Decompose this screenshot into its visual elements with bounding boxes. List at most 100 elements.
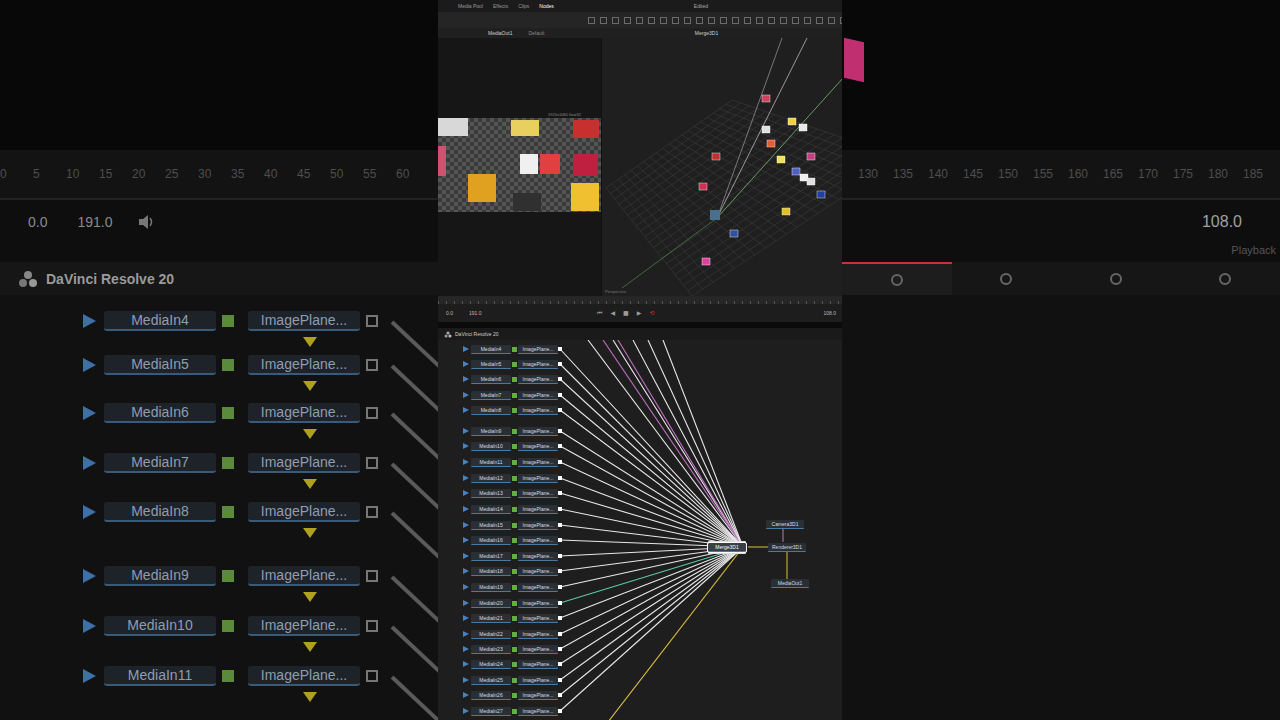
transport-button[interactable]: ⏮ — [597, 309, 602, 317]
image-plane-node[interactable]: ImagePlane... — [518, 474, 558, 483]
tool-icon[interactable] — [684, 17, 691, 24]
media-in-node[interactable]: MediaIn20 — [471, 599, 511, 608]
media-in-node[interactable]: MediaIn19 — [471, 583, 511, 592]
media-in-node[interactable]: MediaIn12 — [471, 474, 511, 483]
image-plane-node[interactable]: ImagePlane... — [248, 566, 360, 586]
image-plane[interactable] — [767, 140, 775, 147]
tool-icon[interactable] — [636, 17, 643, 24]
media-in-node[interactable]: MediaIn9 — [471, 427, 511, 436]
image-plane[interactable] — [807, 178, 815, 185]
image-plane-node[interactable]: ImagePlane... — [518, 660, 558, 669]
page-tab[interactable] — [1061, 262, 1171, 295]
tool-icon[interactable] — [792, 17, 799, 24]
end-time[interactable]: 191.0 — [469, 310, 482, 316]
tool-icon[interactable] — [672, 17, 679, 24]
image-plane[interactable] — [792, 168, 800, 175]
tool-icon[interactable] — [720, 17, 727, 24]
image-plane-node[interactable]: ImagePlane... — [518, 505, 558, 514]
media-in-node[interactable]: MediaIn11 — [104, 666, 216, 686]
image-plane-node[interactable]: ImagePlane... — [518, 614, 558, 623]
image-plane[interactable] — [782, 208, 790, 215]
image-plane-node[interactable]: ImagePlane... — [518, 406, 558, 415]
image-plane-node[interactable]: ImagePlane... — [518, 442, 558, 451]
media-in-node[interactable]: MediaIn24 — [471, 660, 511, 669]
image-plane-node[interactable]: ImagePlane... — [518, 676, 558, 685]
image-plane-node[interactable]: ImagePlane... — [518, 583, 558, 592]
tool-icon[interactable] — [828, 17, 835, 24]
media-in-node[interactable]: MediaIn4 — [471, 345, 511, 354]
media-in-node[interactable]: MediaIn8 — [471, 406, 511, 415]
tool-icon[interactable] — [732, 17, 739, 24]
timeline-ruler[interactable]: 130135140145150155160165170175180185 — [842, 150, 1280, 200]
image-plane[interactable] — [702, 258, 710, 265]
media-in-node[interactable]: MediaIn9 — [104, 566, 216, 586]
media-in-node[interactable]: MediaIn21 — [471, 614, 511, 623]
top-tab[interactable]: Clips — [518, 3, 529, 9]
tool-icon[interactable] — [708, 17, 715, 24]
tool-icon[interactable] — [780, 17, 787, 24]
image-plane-node[interactable]: ImagePlane... — [518, 391, 558, 400]
page-tab[interactable] — [842, 262, 952, 295]
image-plane-node[interactable]: ImagePlane... — [518, 536, 558, 545]
image-plane-node[interactable]: ImagePlane... — [518, 645, 558, 654]
top-tab[interactable]: Media Pool — [458, 3, 483, 9]
image-plane-node[interactable]: ImagePlane... — [518, 345, 558, 354]
tool-icon[interactable] — [600, 17, 607, 24]
tool-icon[interactable] — [612, 17, 619, 24]
camera3d-node[interactable]: Camera3D1 — [766, 520, 804, 529]
image-plane-node[interactable]: ImagePlane... — [248, 502, 360, 522]
media-in-node[interactable]: MediaIn26 — [471, 691, 511, 700]
media-in-node[interactable]: MediaIn17 — [471, 552, 511, 561]
transport-button[interactable]: ■ — [623, 309, 629, 317]
media-in-node[interactable]: MediaIn7 — [471, 391, 511, 400]
start-time[interactable]: 0.0 — [28, 214, 47, 230]
image-plane-node[interactable]: ImagePlane... — [518, 691, 558, 700]
speaker-icon[interactable] — [137, 214, 155, 230]
media-in-node[interactable]: MediaIn5 — [104, 355, 216, 375]
image-plane-node[interactable]: ImagePlane... — [518, 567, 558, 576]
image-plane[interactable] — [762, 126, 770, 133]
media-in-node[interactable]: MediaIn25 — [471, 676, 511, 685]
renderer3d-node[interactable]: Renderer3D1 — [768, 543, 806, 552]
image-plane[interactable] — [807, 153, 815, 160]
viewer-node-label[interactable]: Merge3D1 — [695, 30, 718, 36]
media-in-node[interactable]: MediaIn7 — [104, 453, 216, 473]
media-in-node[interactable]: MediaIn6 — [104, 403, 216, 423]
media-in-node[interactable]: MediaIn15 — [471, 521, 511, 530]
image-plane[interactable] — [788, 118, 796, 125]
image-plane-node[interactable]: ImagePlane... — [518, 458, 558, 467]
image-plane-node[interactable]: ImagePlane... — [248, 311, 360, 331]
image-plane-node[interactable]: ImagePlane... — [518, 552, 558, 561]
image-plane[interactable] — [777, 156, 785, 163]
media-in-node[interactable]: MediaIn18 — [471, 567, 511, 576]
media-in-node[interactable]: MediaIn23 — [471, 645, 511, 654]
tool-icon[interactable] — [804, 17, 811, 24]
page-tab[interactable] — [952, 262, 1062, 295]
image-plane-node[interactable]: ImagePlane... — [518, 489, 558, 498]
image-plane[interactable] — [699, 183, 707, 190]
image-plane-node[interactable]: ImagePlane... — [518, 360, 558, 369]
image-plane-node[interactable]: ImagePlane... — [248, 453, 360, 473]
merge3d-node[interactable]: Merge3D1 — [708, 543, 746, 552]
media-in-node[interactable]: MediaIn8 — [104, 502, 216, 522]
current-time[interactable]: 108.0 — [1202, 213, 1242, 231]
image-plane[interactable] — [799, 124, 807, 131]
page-tab[interactable] — [1171, 262, 1280, 295]
node-graph[interactable]: MediaIn4 ImagePlane... MediaIn5 ImagePla… — [438, 340, 842, 720]
current-time[interactable]: 108.0 — [823, 310, 836, 316]
media-in-node[interactable]: MediaIn22 — [471, 630, 511, 639]
transport-button[interactable]: ⟲ — [649, 309, 654, 317]
media-in-node[interactable]: MediaIn5 — [471, 360, 511, 369]
media-in-node[interactable]: MediaIn14 — [471, 505, 511, 514]
media-in-node[interactable]: MediaIn4 — [104, 311, 216, 331]
image-plane-node[interactable]: ImagePlane... — [518, 427, 558, 436]
tool-icon[interactable] — [756, 17, 763, 24]
transport-button[interactable]: ▶ — [637, 309, 642, 317]
media-in-node[interactable]: MediaIn13 — [471, 489, 511, 498]
image-plane-node[interactable]: ImagePlane... — [248, 403, 360, 423]
media-in-node[interactable]: MediaIn10 — [471, 442, 511, 451]
image-plane[interactable] — [800, 174, 808, 181]
timeline-ruler[interactable] — [438, 296, 842, 304]
timeline-ruler[interactable]: 051015202530354045505560 — [0, 150, 438, 200]
lut-label[interactable]: Default — [528, 30, 544, 36]
